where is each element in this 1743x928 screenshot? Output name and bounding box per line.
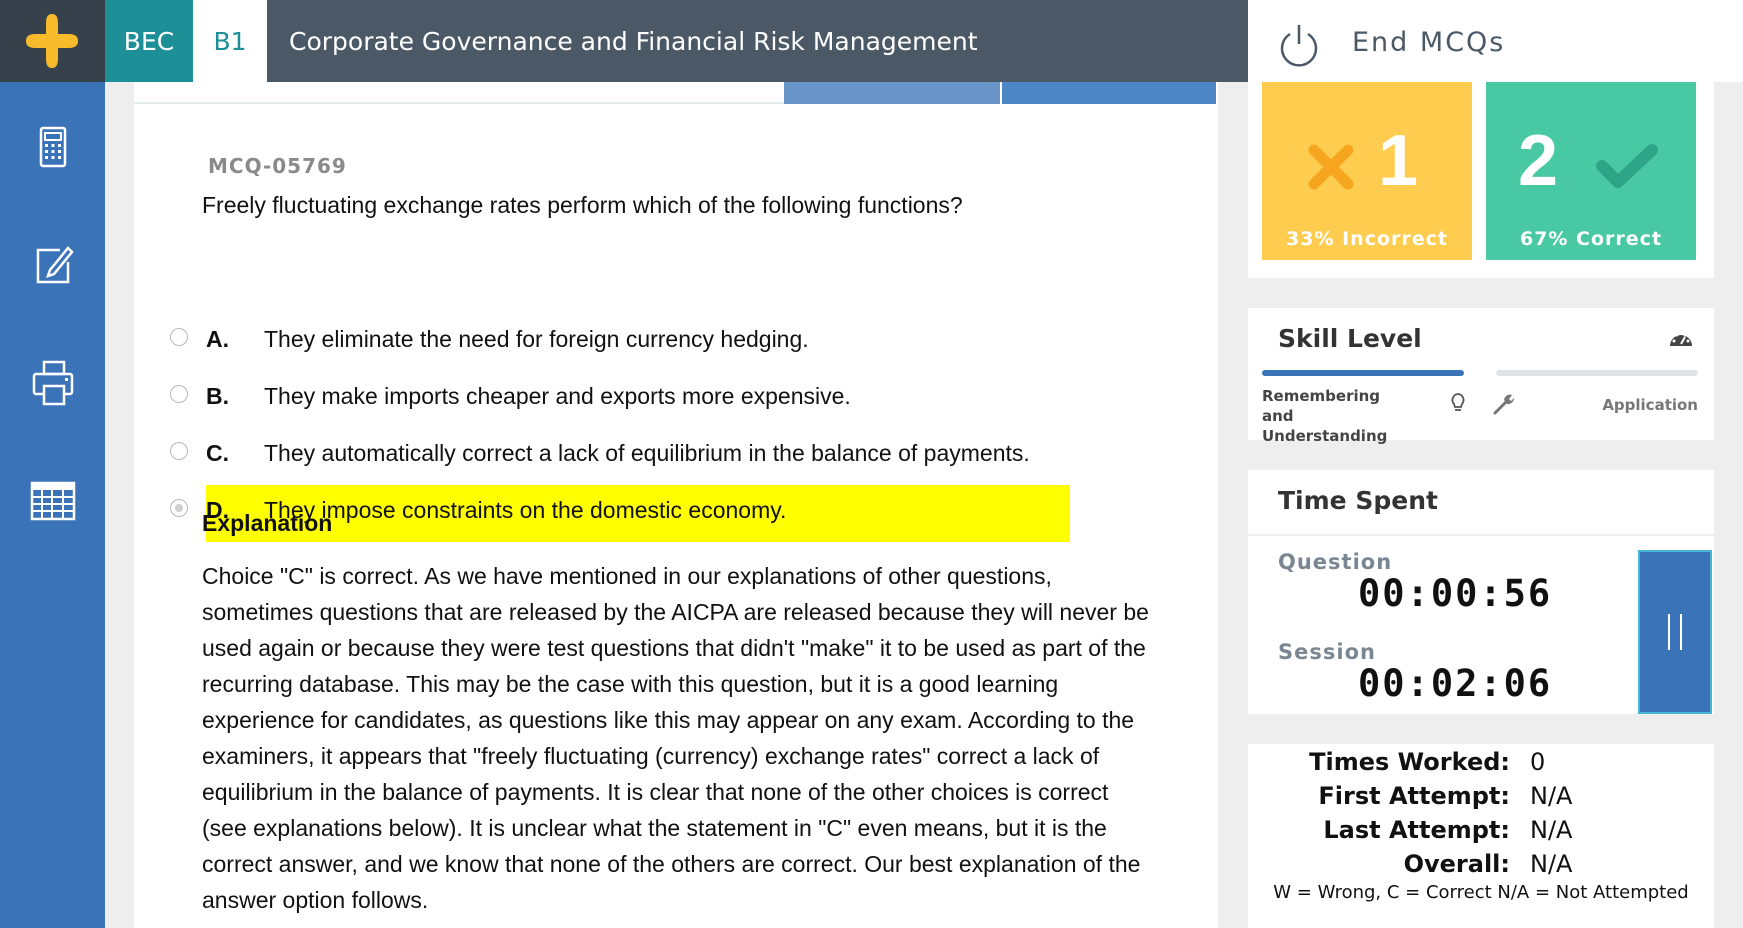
explanation-body: Choice "C" is correct. As we have mentio… <box>202 563 1149 913</box>
score-card: 1 33% Incorrect 2 67% Correct <box>1248 82 1714 278</box>
incorrect-count: 1 <box>1378 121 1419 201</box>
stat-key: Times Worked: <box>1309 748 1510 776</box>
end-mcqs-label: End MCQs <box>1352 27 1506 58</box>
question-id: MCQ-05769 <box>208 154 347 178</box>
stat-key: Last Attempt: <box>1323 816 1510 844</box>
incorrect-label: 33% Incorrect <box>1286 228 1448 250</box>
option-letter: C. <box>206 440 229 466</box>
time-spent-title: Time Spent <box>1278 486 1438 515</box>
check-icon <box>1596 144 1658 188</box>
option-c[interactable]: C. They automatically correct a lack of … <box>170 428 1120 485</box>
incorrect-score: 1 33% Incorrect <box>1262 82 1472 260</box>
explanation-title: Explanation <box>202 510 333 536</box>
correct-score: 2 67% Correct <box>1486 82 1696 260</box>
spreadsheet-icon <box>30 481 76 521</box>
print-button[interactable] <box>30 360 76 406</box>
sidebar <box>0 82 105 928</box>
calculator-icon <box>39 126 67 168</box>
cross-icon <box>1308 144 1354 190</box>
print-icon <box>32 360 74 406</box>
skill-level-application: Application <box>1602 396 1698 414</box>
plus-logo-icon <box>26 14 78 68</box>
wrench-icon <box>1493 394 1515 415</box>
correct-label: 67% Correct <box>1519 228 1663 250</box>
option-a[interactable]: A. They eliminate the need for foreign c… <box>170 314 1120 371</box>
stat-key: First Attempt: <box>1318 782 1510 810</box>
nav-tab-left[interactable] <box>784 82 1000 104</box>
skill-level-remembering: Remembering and Understanding <box>1262 387 1388 445</box>
stat-value: N/A <box>1530 816 1573 844</box>
session-time-label: Session <box>1278 640 1376 664</box>
tab-bec[interactable]: BEC <box>105 0 193 82</box>
end-mcqs-button[interactable]: End MCQs <box>1248 0 1743 82</box>
option-text: They automatically correct a lack of equ… <box>264 440 1030 466</box>
option-b[interactable]: B. They make imports cheaper and exports… <box>170 371 1120 428</box>
attempts-card: Times Worked: 0 First Attempt: N/A Last … <box>1248 744 1714 928</box>
lightbulb-icon <box>1451 393 1465 411</box>
stat-key: Overall: <box>1403 850 1510 878</box>
correct-count: 2 <box>1518 121 1559 201</box>
option-text: They impose constraints on the domestic … <box>264 497 787 523</box>
session-time-value: 00:02:06 <box>1358 662 1553 705</box>
tab-b1[interactable]: B1 <box>193 0 267 82</box>
app-logo[interactable] <box>0 0 105 82</box>
stat-row: Times Worked: 0 <box>1248 748 1714 782</box>
option-a-radio[interactable] <box>170 328 188 346</box>
stat-row: Last Attempt: N/A <box>1248 816 1714 850</box>
option-letter: A. <box>206 326 229 352</box>
question-text: Freely fluctuating exchange rates perfor… <box>202 192 963 218</box>
skill-level-card: Skill Level Remembering and Understandin… <box>1248 308 1714 445</box>
option-b-radio[interactable] <box>170 385 188 403</box>
pause-icon <box>1668 614 1682 650</box>
question-panel: MCQ-05769 Freely fluctuating exchange ra… <box>134 82 1218 928</box>
top-bar: BEC B1 Corporate Governance and Financia… <box>0 0 1248 82</box>
edit-note-icon <box>36 246 74 284</box>
divider <box>1248 534 1714 536</box>
skill-bar-remembering <box>1262 370 1464 376</box>
gauge-icon <box>1670 331 1692 346</box>
question-time-value: 00:00:56 <box>1358 572 1553 615</box>
time-spent-card: Time Spent Question 00:00:56 Session 00:… <box>1248 470 1714 714</box>
stat-value: N/A <box>1530 850 1573 878</box>
stats-legend: W = Wrong, C = Correct N/A = Not Attempt… <box>1273 882 1689 903</box>
spreadsheet-button[interactable] <box>30 478 76 524</box>
stat-value: N/A <box>1530 782 1573 810</box>
stat-row: Overall: N/A <box>1248 850 1714 884</box>
calculator-button[interactable] <box>30 124 76 170</box>
option-c-radio[interactable] <box>170 442 188 460</box>
option-d-radio[interactable] <box>170 499 188 517</box>
stat-row: First Attempt: N/A <box>1248 782 1714 816</box>
pause-button[interactable] <box>1638 550 1712 714</box>
option-text: They make imports cheaper and exports mo… <box>264 383 851 409</box>
skill-bar-application <box>1496 370 1698 376</box>
option-letter: B. <box>206 383 229 409</box>
question-time-label: Question <box>1278 550 1393 574</box>
option-text: They eliminate the need for foreign curr… <box>264 326 809 352</box>
skill-level-title: Skill Level <box>1278 324 1422 353</box>
power-icon <box>1280 25 1318 67</box>
course-title: Corporate Governance and Financial Risk … <box>289 27 978 56</box>
divider <box>134 102 784 104</box>
notes-button[interactable] <box>30 242 76 288</box>
nav-tab-right[interactable] <box>1002 82 1216 104</box>
stat-value: 0 <box>1530 748 1546 776</box>
